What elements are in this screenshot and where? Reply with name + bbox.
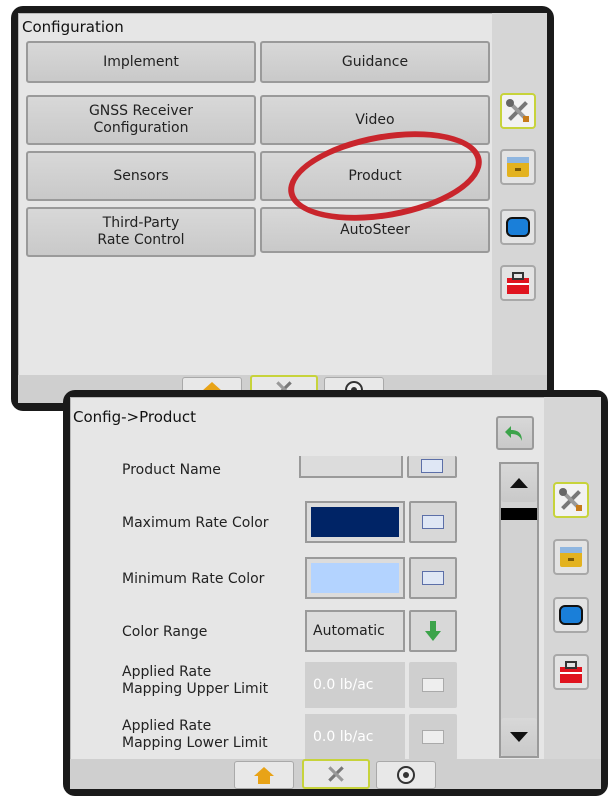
minimum-rate-color-label: Minimum Rate Color [122,571,265,587]
sidebar-tools-box-button[interactable] [500,265,536,301]
sensors-button[interactable]: Sensors [26,151,256,201]
monitor-icon [559,605,583,625]
lower-limit-field: 0.0 lb/ac [305,714,405,760]
sidebar-tools-box-button[interactable] [553,654,589,690]
tools-icon [559,488,582,511]
toolbox-icon [507,272,529,294]
minimum-rate-color-fill [311,563,399,593]
tools-icon [506,99,529,122]
product-name-label: Product Name [122,462,221,478]
upper-limit-keyboard-button [409,662,457,708]
up-arrow-icon [510,478,528,488]
sidebar-display-button[interactable] [500,209,536,245]
sidebar-data-button[interactable] [500,149,536,185]
toolbox-icon [560,661,582,683]
tab-home[interactable] [234,761,294,789]
guidance-button[interactable]: Guidance [260,41,490,83]
configuration-panel: Configuration Implement Guidance GNSS Re… [18,13,493,377]
configuration-screen: Configuration Implement Guidance GNSS Re… [11,6,554,411]
home-icon [254,767,274,784]
file-cabinet-icon [560,547,582,567]
back-button[interactable] [496,416,534,450]
down-arrow-icon [425,621,441,641]
upper-limit-label: Applied Rate Mapping Upper Limit [122,664,269,697]
sidebar-display-button[interactable] [553,597,589,633]
down-arrow-icon [510,732,528,742]
sidebar-data-button[interactable] [553,539,589,575]
config-sidebar [492,13,547,375]
maximum-rate-color-fill [311,507,399,537]
color-range-dropdown-button[interactable] [409,610,457,652]
implement-button[interactable]: Implement [26,41,256,83]
page-title: Configuration [22,18,124,36]
tools-icon [328,766,344,782]
page-title: Config->Product [73,408,197,426]
minimum-rate-color-keyboard-button[interactable] [409,557,457,599]
keyboard-icon [421,459,443,473]
keyboard-icon [422,571,444,585]
color-range-label: Color Range [122,624,208,640]
gnss-receiver-configuration-button[interactable]: GNSS Receiver Configuration [26,95,256,145]
gauge-icon [397,766,415,784]
lower-limit-label: Applied Rate Mapping Lower Limit [122,718,268,751]
tab-tools[interactable] [302,759,370,789]
sidebar-tools-button[interactable] [500,93,536,129]
product-screen: Config->Product Product Name Maximum Rat… [63,390,608,796]
scroll-down-button[interactable] [501,718,537,756]
maximum-rate-color-swatch[interactable] [305,501,405,543]
scroll-thumb[interactable] [501,508,537,520]
product-name-field[interactable] [299,456,403,478]
minimum-rate-color-swatch[interactable] [305,557,405,599]
scrollbar[interactable] [499,462,539,758]
keyboard-icon [422,730,444,744]
maximum-rate-color-keyboard-button[interactable] [409,501,457,543]
third-party-rate-control-button[interactable]: Third-Party Rate Control [26,207,256,257]
product-bottom-bar [70,759,601,789]
keyboard-icon [422,678,444,692]
color-range-value[interactable]: Automatic [305,610,405,652]
product-panel: Config->Product Product Name Maximum Rat… [70,397,545,761]
product-name-keyboard-button[interactable] [407,456,457,478]
product-sidebar [544,397,601,759]
upper-limit-field: 0.0 lb/ac [305,662,405,708]
sidebar-tools-button[interactable] [553,482,589,518]
back-arrow-icon [505,426,522,441]
lower-limit-keyboard-button [409,714,457,760]
keyboard-icon [422,515,444,529]
file-cabinet-icon [507,157,529,177]
monitor-icon [506,217,530,237]
maximum-rate-color-label: Maximum Rate Color [122,515,269,531]
scroll-up-button[interactable] [501,464,537,502]
tab-gauge[interactable] [376,761,436,789]
